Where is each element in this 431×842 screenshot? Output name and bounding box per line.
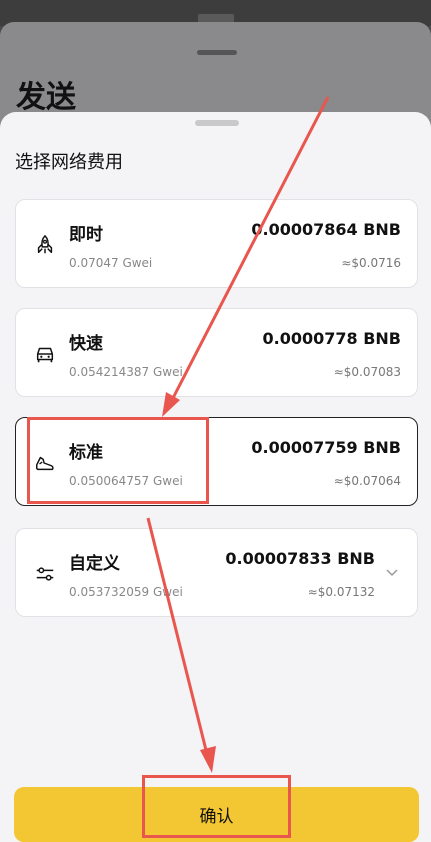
- fee-option-name: 自定义: [69, 554, 120, 574]
- send-title: 发送: [16, 80, 76, 115]
- fee-sheet: 选择网络费用 即时 0.07047 Gwei 0.00007864 BNB ≈$…: [0, 112, 431, 842]
- fee-option-name: 快速: [69, 334, 103, 354]
- fee-option-name: 标准: [69, 443, 103, 463]
- fee-option-gwei: 0.050064757 Gwei: [69, 474, 183, 488]
- background-sheet-grabber: [197, 50, 237, 55]
- fee-option-standard[interactable]: 标准 0.050064757 Gwei 0.00007759 BNB ≈$0.0…: [15, 417, 418, 506]
- fee-option-name: 即时: [69, 225, 103, 245]
- sheet-title: 选择网络费用: [15, 152, 123, 173]
- fee-option-usd: ≈$0.0716: [341, 256, 401, 270]
- car-icon: [36, 347, 54, 363]
- fee-option-amount: 0.0000778 BNB: [262, 329, 402, 348]
- chevron-down-icon[interactable]: [385, 565, 399, 579]
- fee-option-gwei: 0.053732059 Gwei: [69, 585, 183, 599]
- fee-option-custom[interactable]: 自定义 0.053732059 Gwei 0.00007833 BNB ≈$0.…: [15, 528, 418, 617]
- fee-option-amount: 0.00007864 BNB: [251, 220, 401, 239]
- fee-option-usd: ≈$0.07132: [307, 585, 375, 599]
- fee-option-usd: ≈$0.07064: [333, 474, 401, 488]
- fee-option-gwei: 0.07047 Gwei: [69, 256, 153, 270]
- fee-option-usd: ≈$0.07083: [333, 365, 401, 379]
- fee-option-amount: 0.00007833 BNB: [225, 549, 375, 568]
- confirm-button[interactable]: 确认: [14, 787, 419, 842]
- fee-option-gwei: 0.054214387 Gwei: [69, 365, 183, 379]
- fee-option-fast[interactable]: 快速 0.054214387 Gwei 0.0000778 BNB ≈$0.07…: [15, 308, 418, 397]
- fee-option-amount: 0.00007759 BNB: [251, 438, 401, 457]
- fee-option-instant[interactable]: 即时 0.07047 Gwei 0.00007864 BNB ≈$0.0716: [15, 199, 418, 288]
- shoe-icon: [36, 456, 54, 471]
- sliders-icon: [36, 567, 54, 581]
- rocket-icon: [37, 234, 53, 254]
- sheet-grabber[interactable]: [195, 120, 239, 126]
